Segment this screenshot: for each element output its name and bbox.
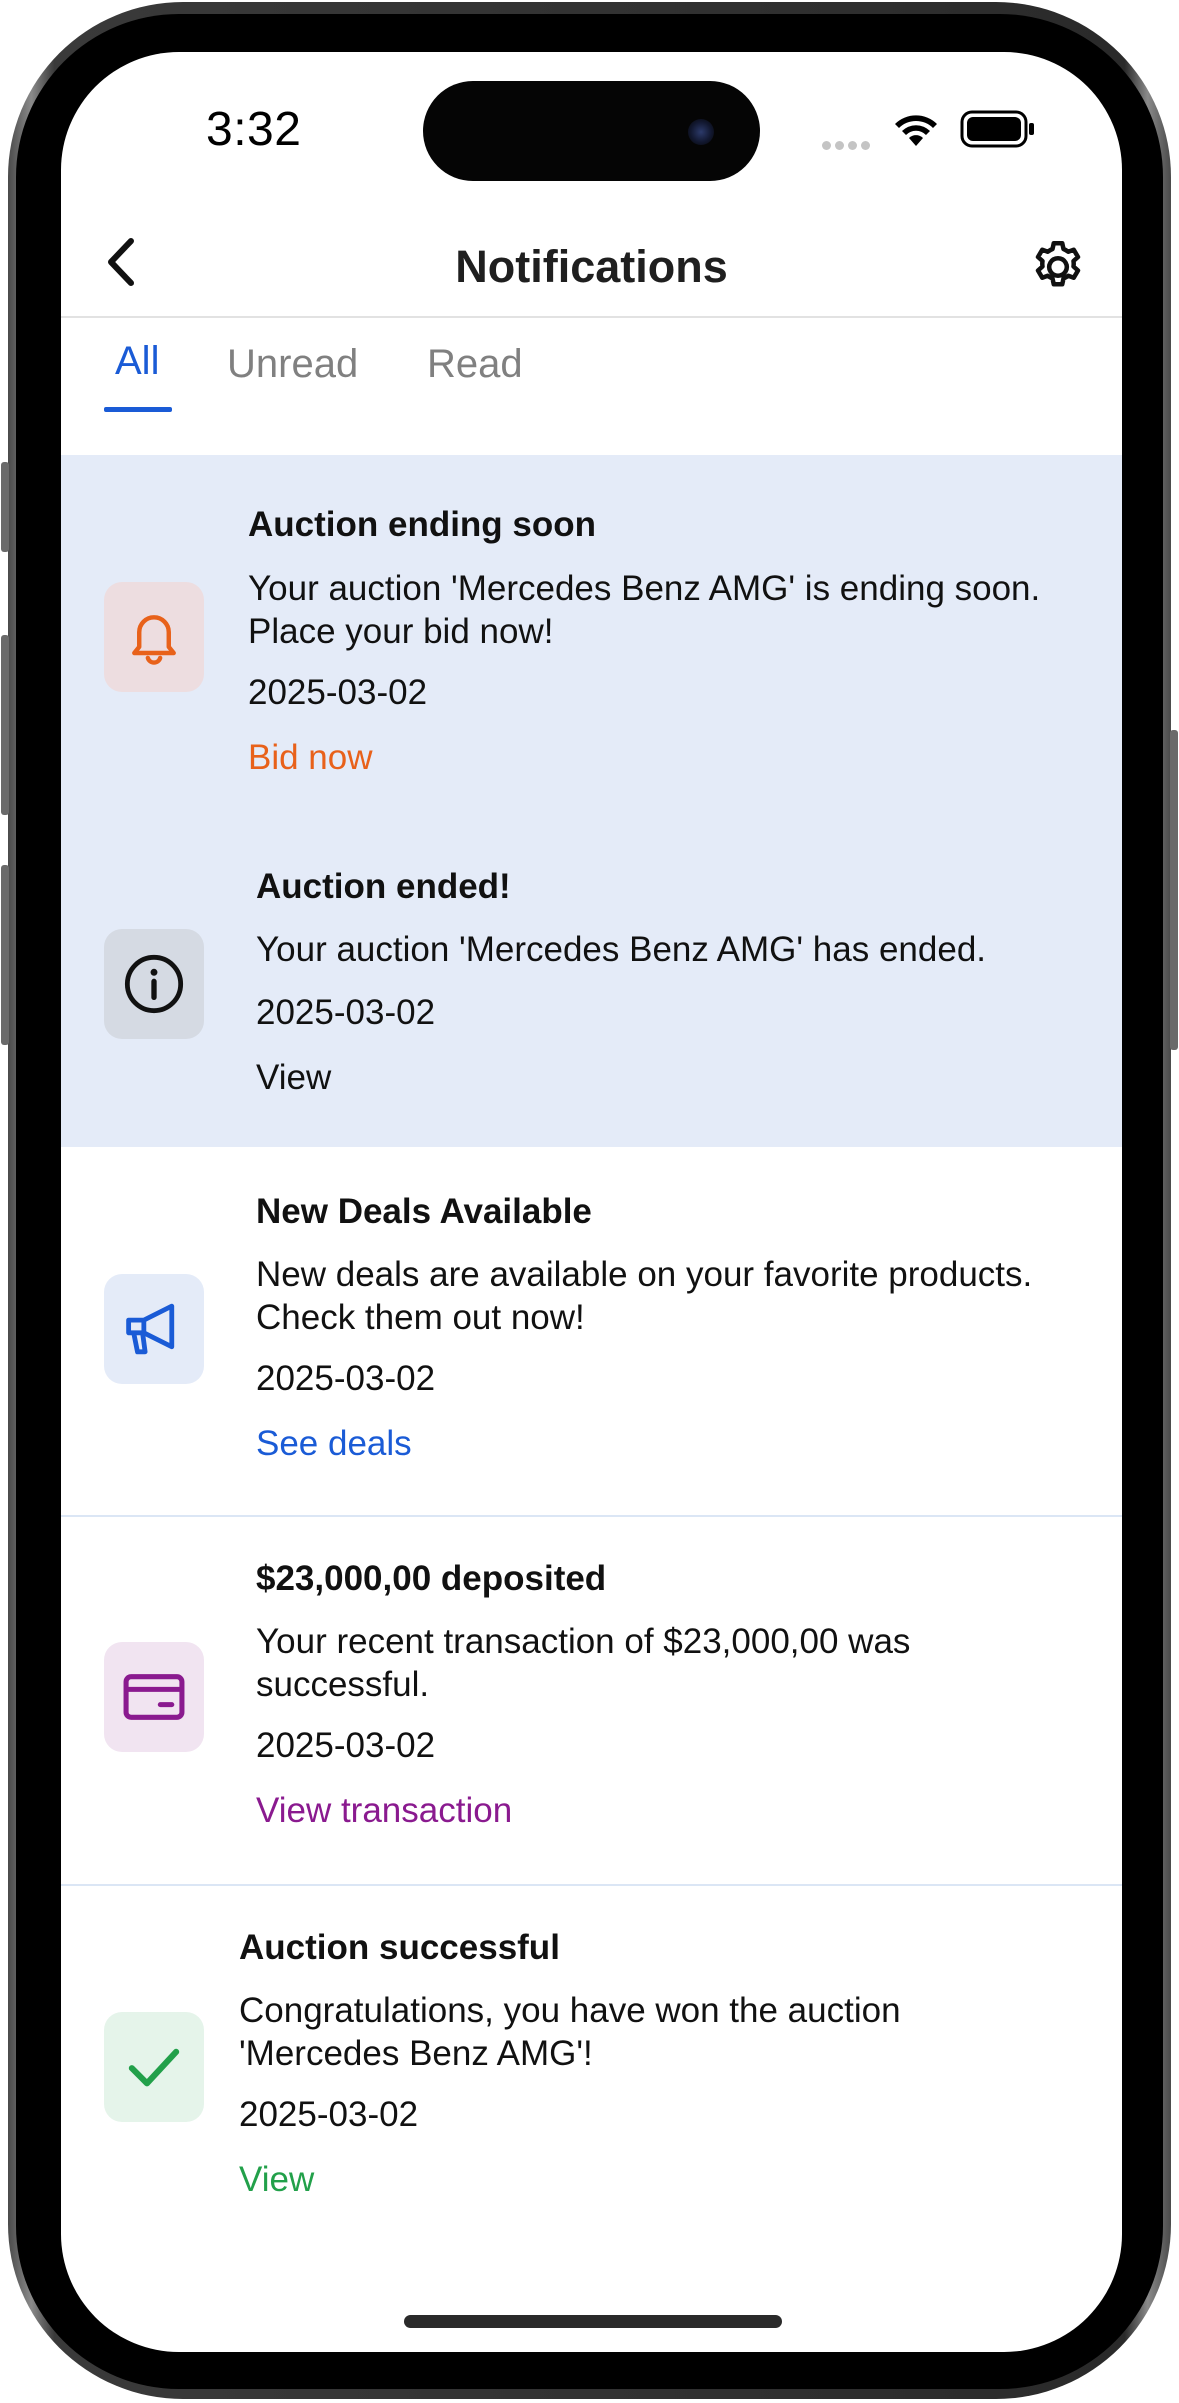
- view-transaction-link[interactable]: View transaction: [256, 1791, 512, 1831]
- notification-icon-box: [104, 1642, 204, 1752]
- tab-read[interactable]: Read: [427, 342, 523, 387]
- notification-item[interactable]: Auction ending soon Your auction 'Merced…: [61, 455, 1122, 825]
- notification-body: New deals are available on your favorite…: [256, 1255, 1033, 1337]
- notification-item[interactable]: Auction ended! Your auction 'Mercedes Be…: [61, 825, 1122, 1147]
- notification-item[interactable]: $23,000,00 deposited Your recent transac…: [61, 1517, 1122, 1884]
- notification-title: New Deals Available: [256, 1192, 592, 1231]
- notification-body: Your auction 'Mercedes Benz AMG' has end…: [256, 930, 987, 969]
- see-deals-link[interactable]: See deals: [256, 1424, 412, 1464]
- notification-title: Auction successful: [239, 1928, 560, 1967]
- notification-icon-box: [104, 1274, 204, 1384]
- bell-icon: [132, 615, 176, 665]
- notification-title: $23,000,00 deposited: [256, 1559, 607, 1598]
- settings-button[interactable]: [1023, 232, 1093, 302]
- notification-icon-box: [104, 582, 204, 692]
- side-button: [1, 462, 9, 552]
- notification-title: Auction ending soon: [248, 505, 597, 544]
- notification-item[interactable]: New Deals Available New deals are availa…: [61, 1147, 1122, 1515]
- wifi-icon: [895, 115, 937, 146]
- notification-icon-box: [104, 929, 204, 1039]
- notification-body: Congratulations, you have won the auctio…: [239, 1991, 901, 2073]
- bid-now-link[interactable]: Bid now: [248, 738, 373, 778]
- power-button: [1170, 730, 1178, 1050]
- status-time: 3:32: [206, 103, 302, 156]
- view-link[interactable]: View: [256, 1058, 331, 1098]
- notification-body: Your auction 'Mercedes Benz AMG' is endi…: [248, 569, 1041, 651]
- notification-date: 2025-03-02: [239, 2095, 419, 2134]
- notification-title: Auction ended!: [256, 867, 511, 906]
- notification-date: 2025-03-02: [248, 673, 428, 712]
- header-divider: [61, 316, 1122, 318]
- front-camera: [688, 119, 714, 145]
- tab-unread[interactable]: Unread: [227, 342, 358, 387]
- tab-active-indicator: [104, 407, 172, 412]
- credit-card-icon: [123, 1674, 185, 1720]
- megaphone-icon: [126, 1303, 175, 1355]
- notification-icon-box: [104, 2012, 204, 2122]
- battery-icon: [960, 110, 1034, 148]
- notification-body: Your recent transaction of $23,000,00 wa…: [256, 1622, 911, 1704]
- notification-date: 2025-03-02: [256, 993, 436, 1032]
- checkmark-icon: [128, 2048, 180, 2087]
- notification-date: 2025-03-02: [256, 1726, 436, 1765]
- info-icon: [124, 954, 184, 1014]
- gear-icon: [1035, 241, 1081, 287]
- home-indicator[interactable]: [404, 2315, 782, 2328]
- view-link[interactable]: View: [239, 2160, 314, 2200]
- page-title: Notifications: [455, 241, 728, 292]
- signal-icon: [822, 137, 874, 155]
- screen: 3:32 Notifications All Unread Read Aucti…: [61, 52, 1122, 2352]
- notification-date: 2025-03-02: [256, 1359, 436, 1398]
- volume-up-button: [1, 635, 9, 815]
- notification-item[interactable]: Auction successful Congratulations, you …: [61, 1886, 1122, 2256]
- tab-all[interactable]: All: [115, 339, 159, 384]
- volume-down-button: [1, 865, 9, 1045]
